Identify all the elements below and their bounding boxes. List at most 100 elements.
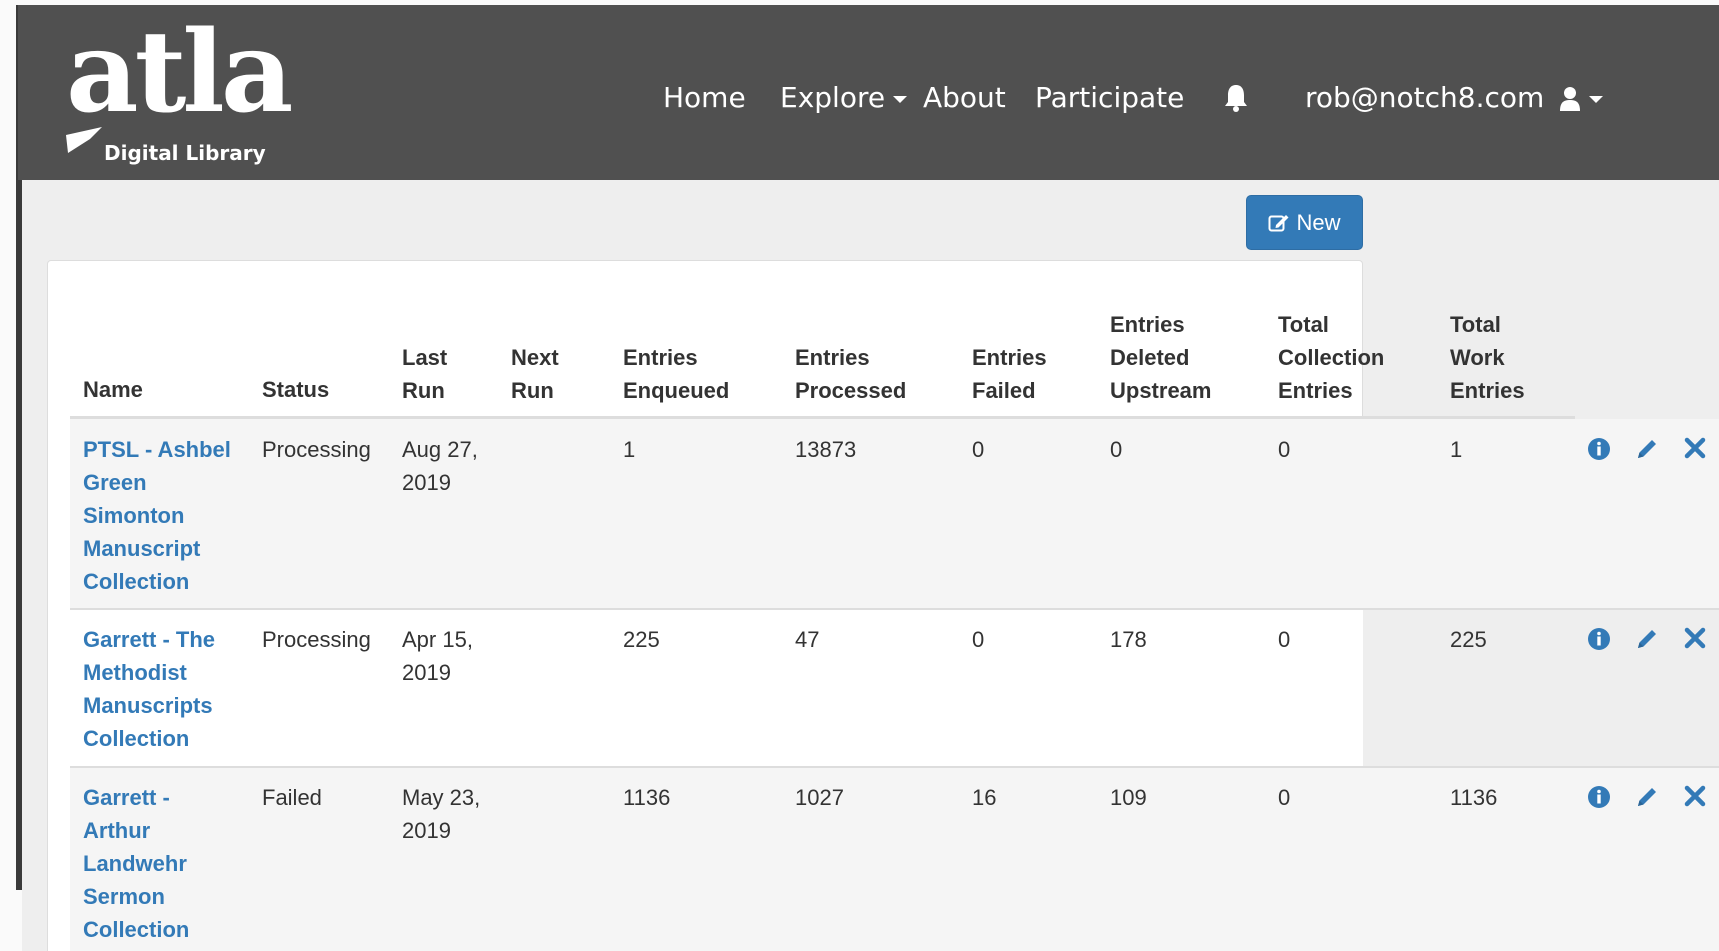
header-text: Entries xyxy=(1450,378,1525,403)
name-line: Simonton xyxy=(83,503,185,528)
row-overflow-bg xyxy=(1363,610,1719,767)
header-entries-deleted-upstream: Entries Deleted Upstream xyxy=(1110,308,1211,407)
name-line: Manuscripts xyxy=(83,693,213,718)
header-text: Upstream xyxy=(1110,378,1212,403)
nav-participate[interactable]: Participate xyxy=(1035,78,1184,118)
name-line: Sermon xyxy=(83,884,165,909)
header-text: Run xyxy=(511,378,554,403)
status-cell: Failed xyxy=(262,785,322,810)
name-line: Garrett - The xyxy=(83,627,216,652)
name-line: Garrett - xyxy=(83,785,170,810)
total-work-cell: 225 xyxy=(1450,627,1487,652)
name-line: Landwehr xyxy=(83,851,187,876)
header-text: Entries xyxy=(795,345,870,370)
chevron-down-icon xyxy=(1589,95,1604,103)
name-line: Collection xyxy=(83,917,190,942)
importer-name-link[interactable]: Garrett - Arthur Landwehr Sermon Collect… xyxy=(83,781,189,946)
entries-deleted-cell: 109 xyxy=(1110,785,1147,810)
header-entries-processed: Entries Processed xyxy=(795,341,906,407)
date-line: 2019 xyxy=(402,470,451,495)
entries-processed-cell: 13873 xyxy=(795,437,857,462)
last-run-cell: May 23, 2019 xyxy=(402,781,480,847)
header-text: Failed xyxy=(972,378,1036,403)
top-navbar: atla Digital Library Home Explore About … xyxy=(18,5,1719,180)
date-line: May 23, xyxy=(402,785,481,810)
user-email: rob@notch8.com xyxy=(1305,81,1545,114)
info-icon[interactable] xyxy=(1587,627,1611,651)
total-work-cell: 1 xyxy=(1450,437,1463,462)
name-line: PTSL - Ashbel xyxy=(83,437,231,462)
last-run-cell: Apr 15, 2019 xyxy=(402,623,473,689)
new-importer-button[interactable]: New xyxy=(1246,195,1363,250)
bell-icon[interactable] xyxy=(1223,83,1249,113)
header-text: Work xyxy=(1450,345,1505,370)
entries-failed-cell: 0 xyxy=(972,627,985,652)
date-line: Apr 15, xyxy=(402,627,473,652)
header-text: Deleted xyxy=(1110,345,1190,370)
header-text: Run xyxy=(402,378,445,403)
header-text: Next xyxy=(511,345,559,370)
nav-home[interactable]: Home xyxy=(663,78,746,118)
name-line: Collection xyxy=(83,726,190,751)
logo-subtitle: Digital Library xyxy=(104,141,266,165)
edit-icon xyxy=(1268,215,1289,232)
pencil-icon[interactable] xyxy=(1635,437,1659,461)
header-next-run: Next Run xyxy=(511,341,559,407)
header-status: Status xyxy=(262,377,330,402)
header-entries-enqueued: Entries Enqueued xyxy=(623,341,729,407)
date-line: 2019 xyxy=(402,818,451,843)
total-collection-cell: 0 xyxy=(1278,785,1291,810)
nav-explore[interactable]: Explore xyxy=(780,78,908,118)
status-cell: Processing xyxy=(262,627,371,652)
entries-failed-cell: 16 xyxy=(972,785,997,810)
total-collection-cell: 0 xyxy=(1278,437,1291,462)
header-text: Entries xyxy=(1278,378,1353,403)
entries-enqueued-cell: 1136 xyxy=(623,785,671,810)
chevron-down-icon xyxy=(893,95,908,103)
header-text: Processed xyxy=(795,378,907,403)
header-entries-failed: Entries Failed xyxy=(972,341,1047,407)
info-icon[interactable] xyxy=(1587,437,1611,461)
user-menu[interactable]: rob@notch8.com xyxy=(1305,78,1604,118)
header-text: Enqueued xyxy=(623,378,730,403)
user-icon xyxy=(1560,87,1581,111)
nav-about[interactable]: About xyxy=(923,78,1006,118)
total-work-cell: 1136 xyxy=(1450,785,1498,810)
header-total-work-entries: Total Work Entries xyxy=(1450,308,1525,407)
status-cell: Processing xyxy=(262,437,371,462)
total-collection-cell: 0 xyxy=(1278,627,1291,652)
header-text: Entries xyxy=(623,345,698,370)
header-name: Name xyxy=(83,377,143,402)
name-line: Collection xyxy=(83,569,190,594)
delete-x-icon[interactable] xyxy=(1684,785,1706,807)
atla-logo[interactable]: atla Digital Library xyxy=(66,17,326,167)
importer-name-link[interactable]: PTSL - Ashbel Green Simonton Manuscript … xyxy=(83,433,231,598)
delete-x-icon[interactable] xyxy=(1684,437,1706,459)
date-line: 2019 xyxy=(402,660,451,685)
nav-explore-label: Explore xyxy=(780,81,886,114)
header-text: Total xyxy=(1278,312,1329,337)
new-button-label: New xyxy=(1296,210,1341,235)
delete-x-icon[interactable] xyxy=(1684,627,1706,649)
header-text: Collection xyxy=(1278,345,1385,370)
header-text: Total xyxy=(1450,312,1501,337)
date-line: Aug 27, xyxy=(402,437,478,462)
header-text: Last xyxy=(402,345,448,370)
info-icon[interactable] xyxy=(1587,785,1611,809)
entries-processed-cell: 1027 xyxy=(795,785,844,810)
entries-deleted-cell: 0 xyxy=(1110,437,1123,462)
entries-deleted-cell: 178 xyxy=(1110,627,1147,652)
pencil-icon[interactable] xyxy=(1635,627,1659,651)
name-line: Green xyxy=(83,470,147,495)
entries-processed-cell: 47 xyxy=(795,627,820,652)
header-last-run: Last Run xyxy=(402,341,447,407)
header-total-collection-entries: Total Collection Entries xyxy=(1278,308,1384,407)
entries-failed-cell: 0 xyxy=(972,437,985,462)
header-text: Entries xyxy=(1110,312,1185,337)
pencil-icon[interactable] xyxy=(1635,785,1659,809)
importer-name-link[interactable]: Garrett - The Methodist Manuscripts Coll… xyxy=(83,623,215,755)
header-text: Entries xyxy=(972,345,1047,370)
logo-wordmark: atla xyxy=(66,7,293,138)
name-line: Manuscript xyxy=(83,536,201,561)
last-run-cell: Aug 27, 2019 xyxy=(402,433,478,499)
